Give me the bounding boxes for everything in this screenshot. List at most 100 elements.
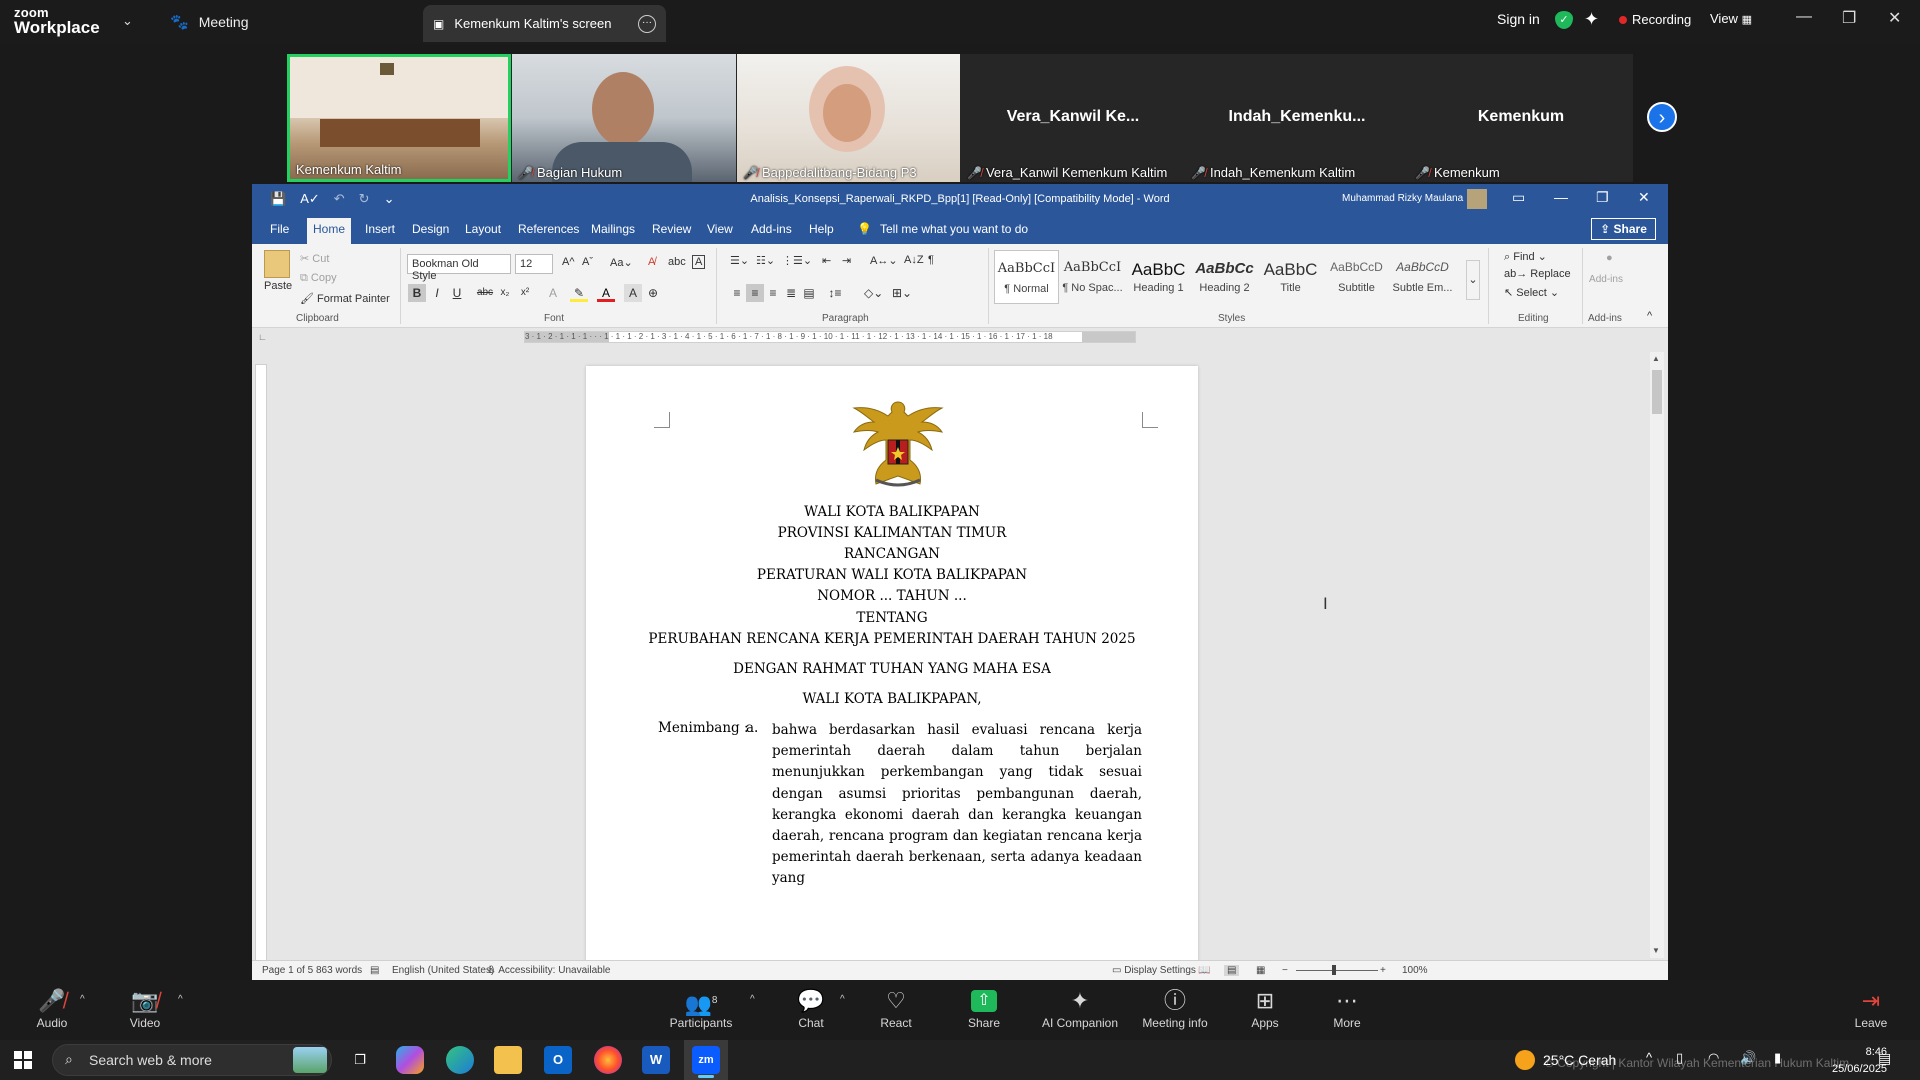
style-subtitle[interactable]: AaBbCcD Subtitle: [1324, 250, 1389, 304]
superscript-button[interactable]: x²: [516, 284, 534, 302]
clipboard-icon[interactable]: [264, 250, 290, 278]
grow-font-icon[interactable]: A^: [562, 256, 575, 268]
outlook-icon[interactable]: O: [544, 1046, 572, 1074]
react-button[interactable]: ♡ React: [856, 986, 936, 1030]
share-button[interactable]: ⇪ Share: [1591, 218, 1656, 240]
view-button[interactable]: View ▦: [1710, 11, 1752, 26]
zoom-in-icon[interactable]: +: [1380, 965, 1386, 976]
tab-design[interactable]: Design: [412, 222, 449, 236]
distributed-icon[interactable]: ▤: [800, 284, 818, 302]
file-explorer-icon[interactable]: [494, 1046, 522, 1074]
multilevel-list-icon[interactable]: ⋮☰⌄: [782, 254, 812, 267]
tell-me-search[interactable]: Tell me what you want to do: [880, 222, 1028, 236]
tab-mailings[interactable]: Mailings: [591, 222, 635, 236]
strikethrough-button[interactable]: abc: [476, 284, 494, 302]
italic-button[interactable]: I: [428, 284, 446, 302]
web-layout-icon[interactable]: ▦: [1256, 965, 1265, 976]
text-direction-icon[interactable]: A↔⌄: [870, 254, 898, 267]
zoom-slider[interactable]: [1296, 970, 1378, 971]
align-right-icon[interactable]: ≡: [764, 284, 782, 302]
paste-button[interactable]: Paste: [264, 280, 292, 292]
zoom-slider-thumb[interactable]: [1332, 965, 1336, 975]
minimize-icon[interactable]: —: [1554, 189, 1568, 205]
zoom-workplace-logo[interactable]: zoom Workplace: [14, 6, 100, 36]
close-icon[interactable]: ✕: [1638, 189, 1650, 206]
line-spacing-icon[interactable]: ↕≡: [826, 284, 844, 302]
borders-icon[interactable]: ⊞⌄: [892, 284, 912, 302]
participant-tile[interactable]: Kemenkum Kaltim: [287, 54, 511, 182]
enclose-characters-icon[interactable]: ⊕: [644, 284, 662, 302]
next-page-arrow-icon[interactable]: ›: [1647, 102, 1677, 132]
recording-indicator[interactable]: Recording: [1619, 12, 1691, 27]
font-name-select[interactable]: Bookman Old Style: [407, 254, 511, 282]
language[interactable]: English (United States): [392, 965, 494, 976]
shared-screen-tab[interactable]: ▣ Kemenkum Kaltim's screen ···: [423, 5, 666, 42]
scroll-up-icon[interactable]: ▲: [1652, 354, 1660, 363]
align-left-icon[interactable]: ≡: [728, 284, 746, 302]
document-page[interactable]: WALI KOTA BALIKPAPAN PROVINSI KALIMANTAN…: [586, 366, 1198, 980]
ai-sparkle-icon[interactable]: ✦: [1584, 9, 1599, 30]
ai-companion-button[interactable]: ✦ AI Companion: [1040, 986, 1120, 1030]
meeting-info-button[interactable]: ⓘ Meeting info: [1135, 986, 1215, 1030]
sign-in-button[interactable]: Sign in: [1497, 11, 1540, 27]
proofing-icon[interactable]: ▤: [370, 965, 379, 976]
clear-formatting-icon[interactable]: A̸: [648, 256, 655, 268]
style-normal[interactable]: AaBbCcI ¶ Normal: [994, 250, 1059, 304]
restore-icon[interactable]: ❐: [1596, 189, 1609, 206]
chevron-up-icon[interactable]: ^: [178, 994, 183, 1005]
close-icon[interactable]: ✕: [1888, 8, 1901, 28]
vertical-scrollbar[interactable]: ▲ ▼: [1650, 352, 1664, 958]
numbering-icon[interactable]: ☷⌄: [756, 254, 775, 267]
read-mode-icon[interactable]: 📖: [1198, 965, 1210, 976]
leave-button[interactable]: ⇥ Leave: [1831, 986, 1911, 1030]
copy-button[interactable]: ⧉ Copy: [300, 272, 337, 285]
select-button[interactable]: ↖ Select ⌄: [1504, 286, 1559, 299]
phonetic-guide-icon[interactable]: abc: [668, 256, 686, 268]
copilot-icon[interactable]: [396, 1046, 424, 1074]
scroll-down-icon[interactable]: ▼: [1652, 946, 1660, 955]
chevron-up-icon[interactable]: ^: [750, 994, 755, 1005]
word-icon[interactable]: W: [642, 1046, 670, 1074]
restore-icon[interactable]: ❐: [1842, 8, 1856, 28]
find-button[interactable]: ⌕ Find ⌄: [1504, 250, 1547, 264]
style-title[interactable]: AaBbC Title: [1258, 250, 1323, 304]
collapse-ribbon-icon[interactable]: ^: [1647, 310, 1652, 322]
align-center-icon[interactable]: ≡: [746, 284, 764, 302]
scroll-thumb[interactable]: [1652, 370, 1662, 414]
format-painter-button[interactable]: 🖌 Format Painter: [300, 292, 390, 305]
video-button[interactable]: 📷̸ Video: [105, 986, 185, 1030]
print-layout-icon[interactable]: ▤: [1224, 965, 1240, 976]
style-subtle-emphasis[interactable]: AaBbCcD Subtle Em...: [1390, 250, 1455, 304]
justify-icon[interactable]: ≣: [782, 284, 800, 302]
shrink-font-icon[interactable]: Aˇ: [582, 256, 593, 268]
participant-tile[interactable]: Indah_Kemenku... 🎤̸ Indah_Kemenkum Kaltim: [1185, 54, 1409, 182]
change-case-icon[interactable]: Aa⌄: [610, 256, 633, 269]
task-view-icon[interactable]: ❐: [346, 1046, 374, 1074]
participants-button[interactable]: 👥8 Participants: [661, 986, 741, 1030]
replace-button[interactable]: ab→ Replace: [1504, 268, 1571, 280]
cut-button[interactable]: ✂ Cut: [300, 252, 329, 265]
character-shading-icon[interactable]: A: [624, 284, 642, 302]
more-button[interactable]: ⋯ More: [1307, 986, 1387, 1030]
font-size-select[interactable]: 12: [515, 254, 553, 274]
style-heading-2[interactable]: AaBbCc Heading 2: [1192, 250, 1257, 304]
tab-references[interactable]: References: [518, 222, 579, 236]
chevron-up-icon[interactable]: ^: [840, 994, 845, 1005]
tab-selector-icon[interactable]: ∟: [258, 332, 267, 342]
highlight-icon[interactable]: ✎: [570, 284, 588, 302]
text-effects-icon[interactable]: A: [544, 284, 562, 302]
tab-insert[interactable]: Insert: [365, 222, 395, 236]
zoom-app-icon[interactable]: zm: [684, 1040, 728, 1080]
meeting-tab[interactable]: 🐾 Meeting: [170, 0, 249, 44]
increase-indent-icon[interactable]: ⇥: [842, 254, 851, 267]
underline-button[interactable]: U: [448, 284, 466, 302]
user-name[interactable]: Muhammad Rizky Maulana: [1342, 193, 1463, 204]
ruler-scale[interactable]: 3 · 1 · 2 · 1 · 1 · 1 · · · 1 · 1 · 1 · …: [524, 331, 1136, 343]
share-screen-button[interactable]: ⇧ Share: [944, 986, 1024, 1030]
tab-file[interactable]: File: [270, 222, 289, 236]
page-count[interactable]: Page 1 of 5: [262, 965, 313, 976]
vertical-ruler[interactable]: [255, 364, 267, 964]
tab-help[interactable]: Help: [809, 222, 834, 236]
tab-layout[interactable]: Layout: [465, 222, 501, 236]
apps-button[interactable]: ⊞ Apps: [1225, 986, 1305, 1030]
